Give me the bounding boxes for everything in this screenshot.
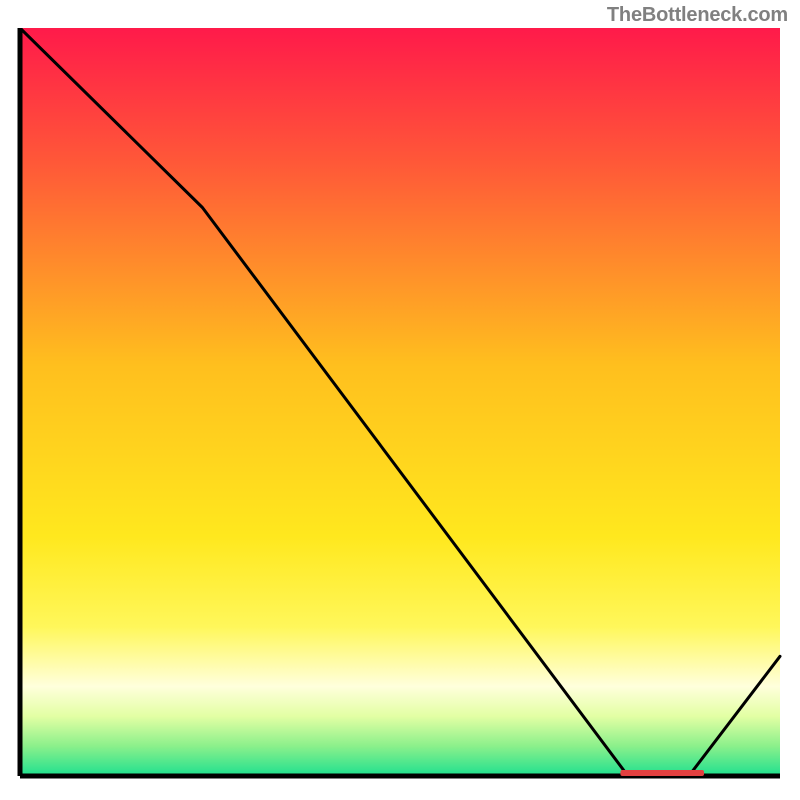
chart-svg [14, 28, 786, 788]
optimal-marker [620, 770, 704, 776]
watermark-text: TheBottleneck.com [607, 4, 788, 27]
chart-container [14, 28, 786, 788]
